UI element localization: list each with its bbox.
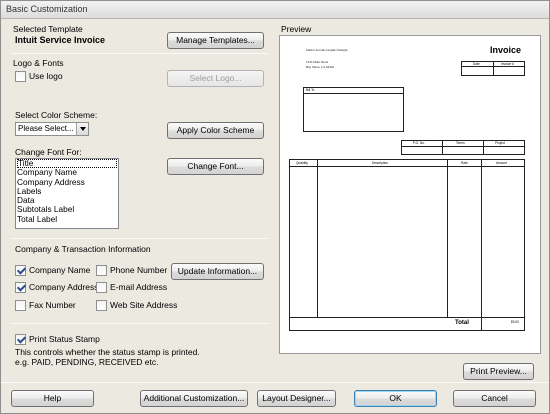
color-scheme-select[interactable]: Please Select... [15,122,89,136]
color-scheme-label: Select Color Scheme: [15,110,98,120]
company-address-checkbox[interactable] [15,282,26,293]
layout-designer-button[interactable]: Layout Designer... [257,390,336,407]
company-address-label: Company Address [29,282,99,292]
preview-invoice-title: Invoice [490,45,522,55]
print-preview-button[interactable]: Print Preview... [463,363,534,380]
rate-label: Rate [461,161,468,165]
additional-customization-button[interactable]: Additional Customization... [140,390,248,407]
fax-number-label: Fax Number [29,300,76,310]
divider [447,159,448,317]
logo-fonts-label: Logo & Fonts [13,58,64,68]
status-stamp-description: This controls whether the status stamp i… [15,347,200,357]
update-information-button[interactable]: Update Information... [171,263,264,280]
use-logo-checkbox[interactable] [15,71,26,82]
font-element-list[interactable]: Title Company Name Company Address Label… [15,158,119,229]
divider [481,159,482,331]
divider [11,323,268,324]
print-status-stamp-checkbox[interactable] [15,334,26,345]
terms-label: Terms [456,141,465,145]
divider [11,238,268,239]
phone-number-label: Phone Number [110,265,168,275]
fax-number-checkbox[interactable] [15,300,26,311]
selected-template-label: Selected Template [13,24,83,34]
email-address-label: E-mail Address [110,282,168,292]
divider [442,140,443,155]
web-site-address-label: Web Site Address [110,300,178,310]
description-label: Description [372,161,388,165]
change-font-label: Change Font For: [15,147,82,157]
company-name-checkbox[interactable] [15,265,26,276]
divider [461,66,525,67]
divider [11,53,268,54]
invoice-number-label: Invoice # [501,62,514,66]
email-address-checkbox[interactable] [96,282,107,293]
quantity-label: Quantity [296,161,308,165]
chevron-down-icon [76,123,88,135]
total-label: Total [455,320,469,326]
date-label: Date [473,62,480,66]
help-button[interactable]: Help [11,390,94,407]
basic-customization-window: Basic Customization Selected Template In… [0,0,550,414]
list-item-total-label[interactable]: Total Label [16,214,118,224]
phone-number-checkbox[interactable] [96,265,107,276]
window-title: Basic Customization [6,4,88,14]
po-number-label: P.O. No. [413,141,425,145]
project-label: Project [495,141,505,145]
manage-templates-button[interactable]: Manage Templates... [167,32,264,49]
change-font-button[interactable]: Change Font... [167,158,264,175]
divider [401,146,525,147]
company-info-label: Company & Transaction Information [15,244,151,254]
color-scheme-value: Please Select... [18,124,74,133]
bill-to-label: Bill To [306,88,315,92]
select-logo-button[interactable]: Select Logo... [167,70,264,87]
total-value: $0.00 [511,320,519,324]
cancel-button[interactable]: Cancel [453,390,536,407]
template-name: Intuit Service Invoice [15,35,106,45]
title-bar: Basic Customization [1,1,549,19]
web-site-address-checkbox[interactable] [96,300,107,311]
divider [289,166,525,167]
company-name-label: Company Name [29,265,91,275]
divider [317,159,318,317]
preview-label: Preview [281,24,312,34]
ok-button[interactable]: OK [354,390,437,407]
amount-label: Amount [496,161,507,165]
line-items-table [289,159,525,331]
divider [1,382,549,383]
divider [289,317,525,318]
print-status-stamp-label: Print Status Stamp [29,334,100,344]
divider [303,93,404,94]
preview-company-name: Mark's Acronis Graphic Designs [306,48,348,52]
use-logo-label: Use logo [29,71,63,81]
status-stamp-examples: e.g. PAID, PENDING, RECEIVED etc. [15,357,159,367]
preview-address-line1: 1045 Main Street [306,60,329,64]
apply-color-scheme-button[interactable]: Apply Color Scheme [167,122,264,139]
divider [493,61,494,76]
divider [483,140,484,155]
preview-address-line2: Bay Shore, CA 94326 [306,65,334,69]
